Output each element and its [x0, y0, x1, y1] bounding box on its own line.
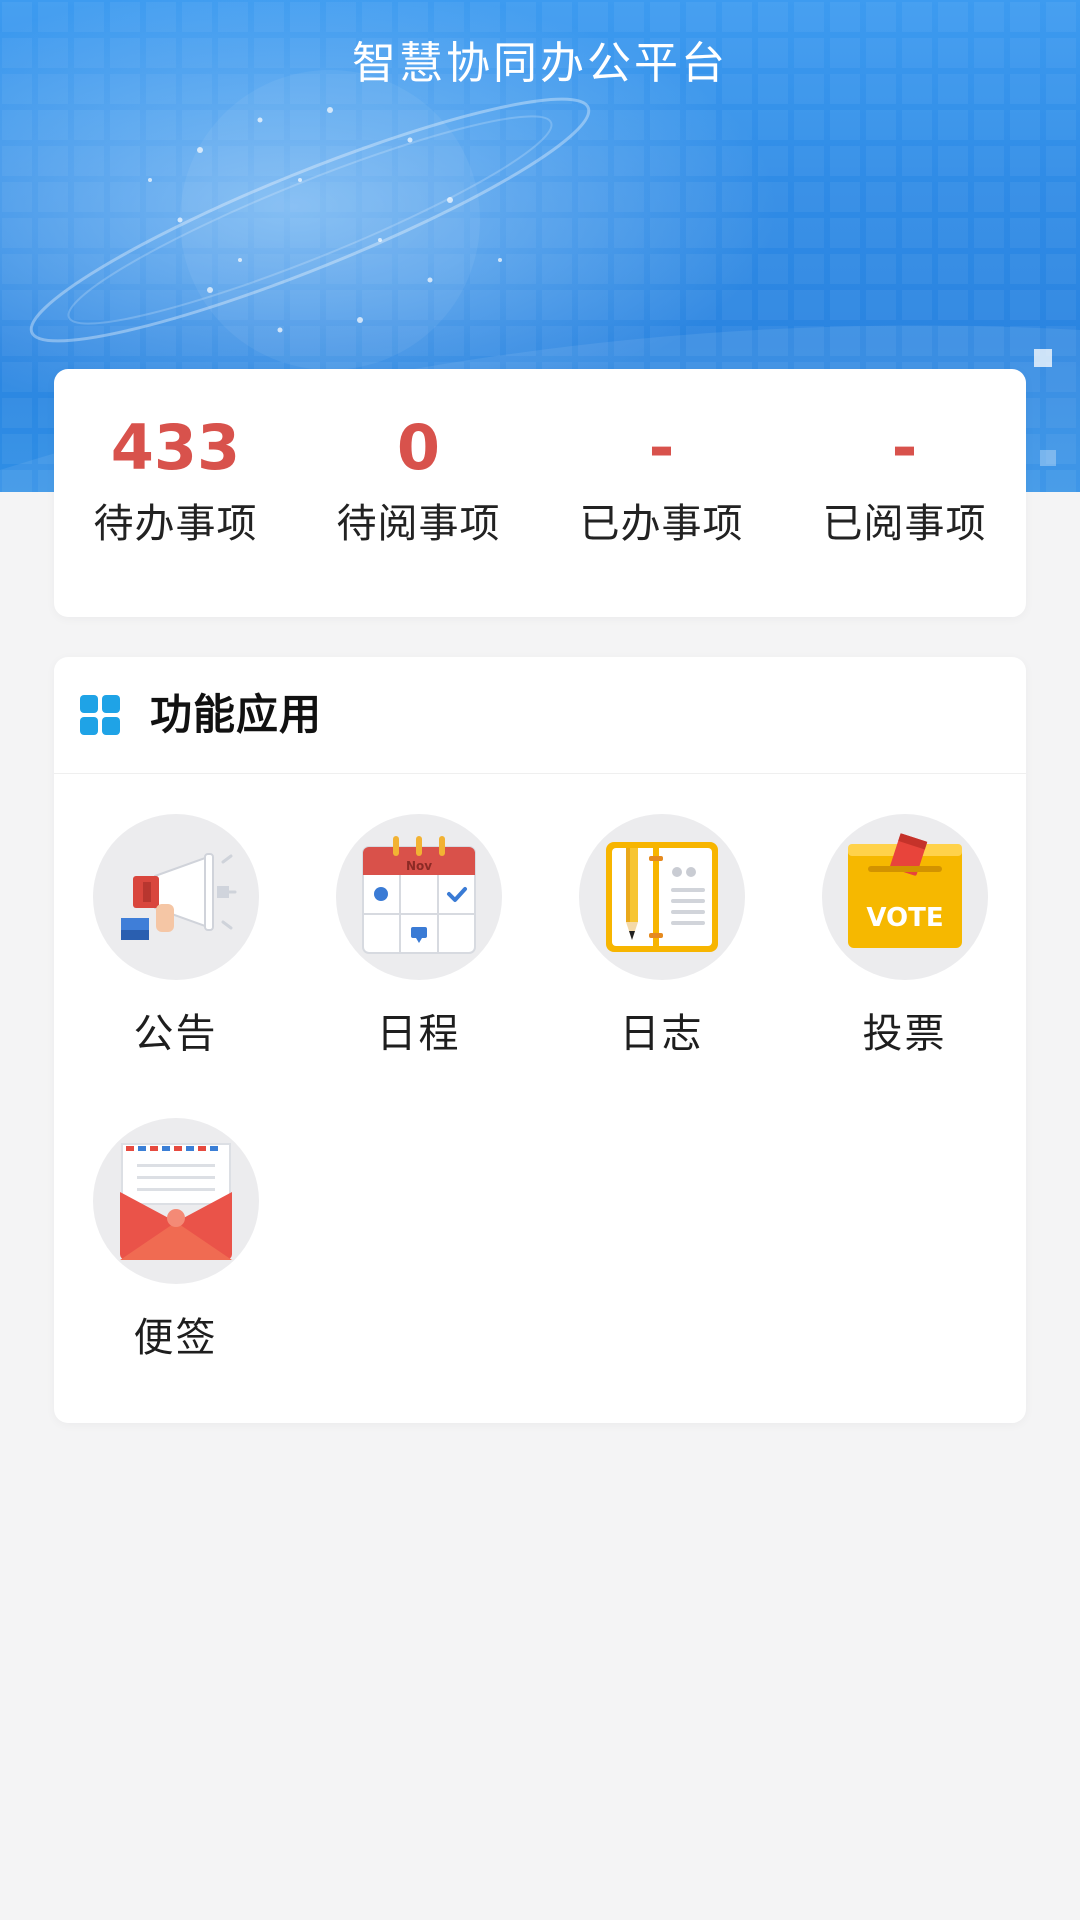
megaphone-icon: [93, 814, 259, 980]
vote-text: VOTE: [866, 903, 943, 933]
app-label: 公告: [133, 1011, 218, 1057]
stat-done[interactable]: - 已办事项: [540, 369, 783, 617]
stat-label: 已办事项: [579, 501, 744, 547]
stat-value: 433: [110, 411, 241, 484]
app-journal[interactable]: 日志: [540, 814, 783, 1074]
function-apps-card: 功能应用 公告 Nov 日程 日志 VOTE 投票 便签: [54, 657, 1026, 1423]
envelope-icon: [93, 1118, 259, 1284]
stat-pending-todo[interactable]: 433 待办事项: [54, 369, 297, 617]
stat-label: 待阅事项: [336, 501, 501, 547]
app-schedule[interactable]: Nov 日程: [297, 814, 540, 1074]
app-vote[interactable]: VOTE 投票: [783, 814, 1026, 1074]
stat-value: -: [648, 411, 675, 484]
stat-value: 0: [396, 411, 441, 484]
stat-read[interactable]: - 已阅事项: [783, 369, 1026, 617]
app-label: 便签: [133, 1315, 218, 1361]
stats-card: 433 待办事项 0 待阅事项 - 已办事项 - 已阅事项: [54, 369, 1026, 617]
calendar-month-text: Nov: [406, 859, 432, 873]
notebook-icon: [579, 814, 745, 980]
app-announcement[interactable]: 公告: [54, 814, 297, 1074]
function-apps-header: 功能应用: [54, 657, 1026, 774]
ballot-box-icon: VOTE: [822, 814, 988, 980]
section-title: 功能应用: [150, 690, 323, 739]
stat-label: 待办事项: [93, 501, 258, 547]
grid-icon: [80, 695, 122, 737]
stat-value: -: [891, 411, 918, 484]
app-label: 日志: [619, 1011, 704, 1057]
app-label: 日程: [376, 1011, 461, 1057]
app-label: 投票: [862, 1011, 947, 1057]
stat-pending-read[interactable]: 0 待阅事项: [297, 369, 540, 617]
calendar-icon: Nov: [336, 814, 502, 980]
app-memo[interactable]: 便签: [54, 1118, 297, 1378]
stat-label: 已阅事项: [822, 501, 987, 547]
page-title: 智慧协同办公平台: [352, 38, 728, 89]
